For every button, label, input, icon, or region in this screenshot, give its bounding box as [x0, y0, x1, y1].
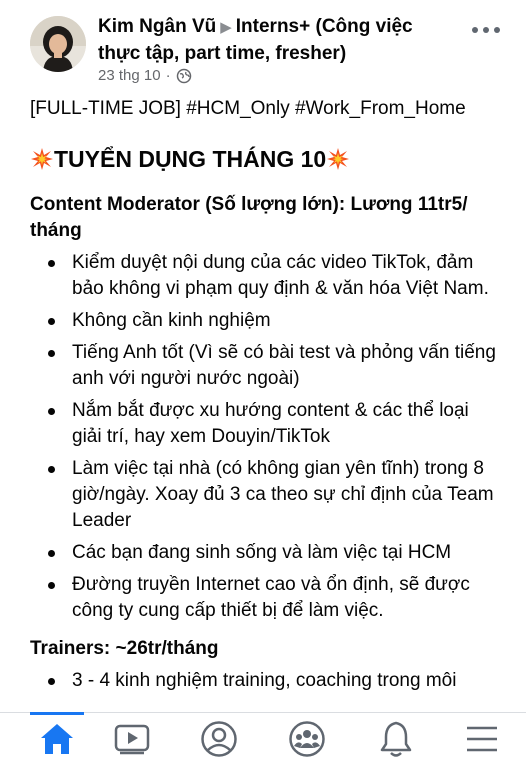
- tab-notifications[interactable]: [376, 721, 416, 757]
- collision-emoji-icon: [30, 147, 54, 171]
- tab-home[interactable]: [37, 721, 77, 757]
- list-item: 3 - 4 kinh nghiệm training, coaching tro…: [30, 668, 500, 694]
- bullet-icon: [48, 350, 55, 357]
- avatar[interactable]: [30, 16, 86, 72]
- list-item-text: 3 - 4 kinh nghiệm training, coaching tro…: [72, 670, 457, 691]
- post-header: Kim Ngân Vũ ▶ Interns+ (Công việc thực tập…: [0, 0, 526, 92]
- list-item-text: Các bạn đang sinh sống và làm việc tại H…: [72, 542, 452, 563]
- bullet-icon: [48, 318, 55, 325]
- collision-emoji-icon: [326, 147, 350, 171]
- list-item: Kiểm duyệt nội dung của các video TikTok…: [30, 250, 500, 302]
- bullet-icon: [48, 408, 55, 415]
- meta-separator: ·: [165, 67, 171, 84]
- tab-groups[interactable]: [287, 721, 327, 757]
- active-tab-indicator: [30, 712, 84, 715]
- list-item: Tiếng Anh tốt (Vì sẽ có bài test và phỏn…: [30, 340, 500, 392]
- more-horizontal-icon: [472, 27, 478, 33]
- post-meta: 23 thg 10 ·: [98, 66, 192, 86]
- section-title-content-moderator: Content Moderator (Số lượng lớn): Lương …: [30, 194, 468, 241]
- post-author-line: Kim Ngân Vũ ▶ Interns+ (Công việc thực tập…: [98, 14, 458, 67]
- tab-watch[interactable]: [112, 721, 152, 757]
- headline-text: TUYỂN DỤNG THÁNG 10: [54, 146, 327, 172]
- bullet-icon: [48, 466, 55, 473]
- list-item-text: Làm việc tại nhà (có không gian yên tĩnh…: [72, 458, 494, 531]
- trainers-list: 3 - 4 kinh nghiệm training, coaching tro…: [30, 668, 500, 694]
- bottom-tab-bar: [0, 712, 526, 764]
- list-item-text: Không cần kinh nghiệm: [72, 310, 271, 331]
- section-title-trainers: Trainers: ~26tr/tháng: [30, 638, 219, 659]
- groups-icon: [289, 721, 325, 757]
- more-dot: [483, 27, 489, 33]
- requirements-list: Kiểm duyệt nội dung của các video TikTok…: [30, 250, 500, 624]
- avatar-image: [30, 16, 86, 72]
- post-headline: TUYỂN DỤNG THÁNG 10: [30, 144, 500, 174]
- post-body: [FULL-TIME JOB] #HCM_Only #Work_From_Hom…: [30, 96, 500, 694]
- list-item-text: Kiểm duyệt nội dung của các video TikTok…: [72, 252, 489, 299]
- list-item: Các bạn đang sinh sống và làm việc tại H…: [30, 540, 500, 566]
- post-date[interactable]: 23 thg 10: [98, 66, 161, 86]
- tab-menu[interactable]: [462, 721, 502, 757]
- bullet-icon: [48, 550, 55, 557]
- author-name[interactable]: Kim Ngân Vũ: [98, 16, 216, 37]
- profile-icon: [201, 721, 237, 757]
- video-icon: [114, 724, 150, 755]
- more-options-button[interactable]: [472, 20, 500, 40]
- bullet-icon: [48, 582, 55, 589]
- list-item: Làm việc tại nhà (có không gian yên tĩnh…: [30, 456, 500, 534]
- home-icon: [41, 724, 73, 754]
- list-item-text: Nắm bắt được xu hướng content & các thể …: [72, 400, 469, 447]
- bullet-icon: [48, 260, 55, 267]
- list-item: Không cần kinh nghiệm: [30, 308, 500, 334]
- list-item-text: Đường truyền Internet cao và ổn định, sẽ…: [72, 574, 470, 621]
- menu-icon: [467, 726, 497, 752]
- list-item: Đường truyền Internet cao và ổn định, sẽ…: [30, 572, 500, 624]
- list-item: Nắm bắt được xu hướng content & các thể …: [30, 398, 500, 450]
- list-item-text: Tiếng Anh tốt (Vì sẽ có bài test và phỏn…: [72, 342, 496, 389]
- post-tag-line: [FULL-TIME JOB] #HCM_Only #Work_From_Hom…: [30, 98, 466, 119]
- arrow-right-icon: ▶: [220, 19, 232, 36]
- globe-icon: [176, 68, 192, 84]
- bell-icon: [380, 721, 412, 757]
- tab-profile[interactable]: [199, 721, 239, 757]
- more-dot: [494, 27, 500, 33]
- bullet-icon: [48, 678, 55, 685]
